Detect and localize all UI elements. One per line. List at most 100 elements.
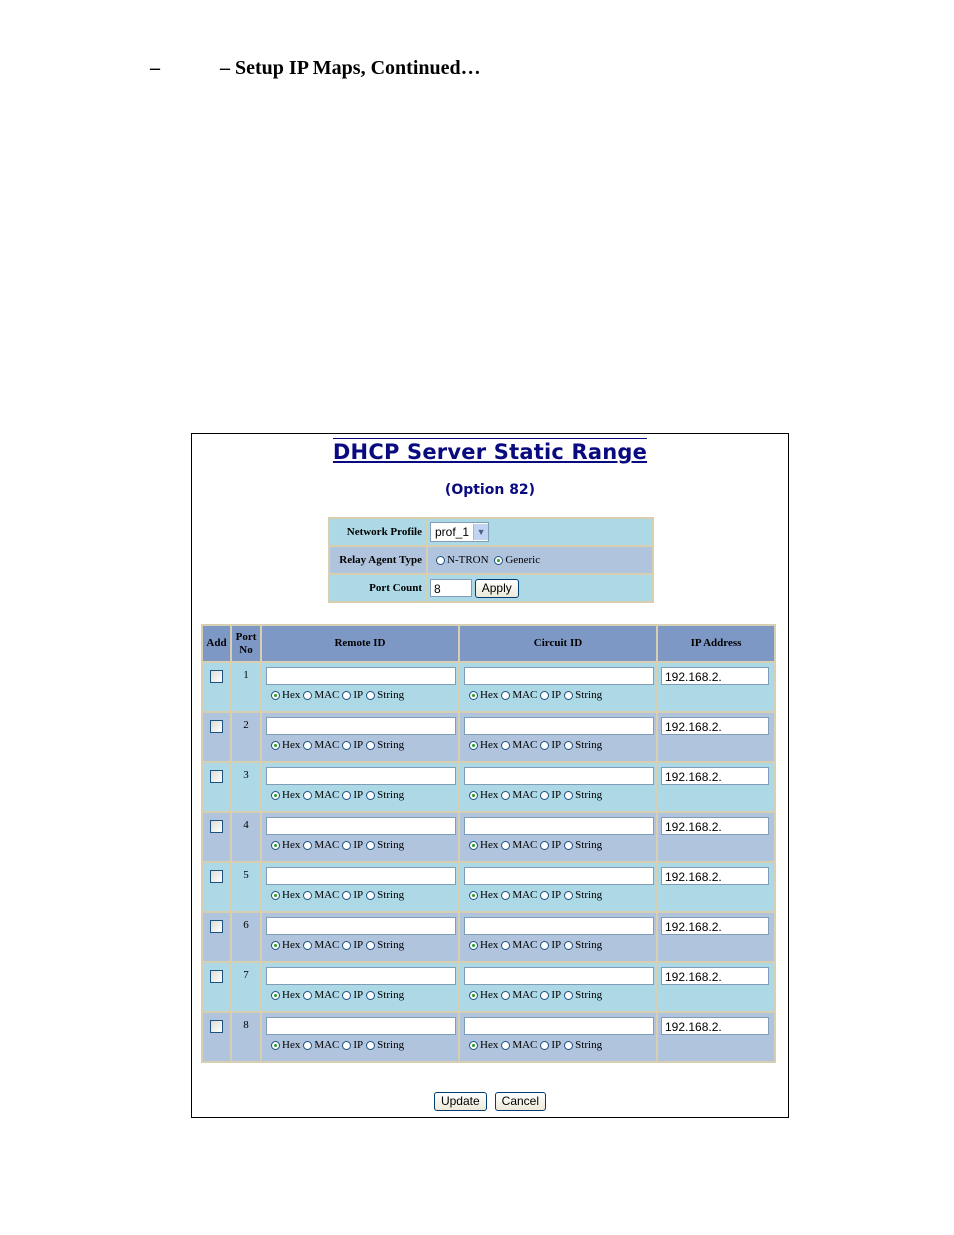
update-button[interactable]: Update	[433, 1092, 487, 1111]
circuit-id-format-radio[interactable]	[501, 890, 511, 900]
remote-id-format-radio[interactable]	[271, 890, 280, 900]
remote-id-format-radio[interactable]	[303, 740, 313, 750]
remote-id-format-radio[interactable]	[342, 690, 352, 700]
ip-address-input[interactable]: 192.168.2.	[661, 867, 769, 885]
ip-address-input[interactable]: 192.168.2.	[661, 1017, 769, 1035]
remote-id-format-radio[interactable]	[366, 940, 376, 950]
remote-id-format-radio[interactable]	[271, 1040, 280, 1050]
ip-address-input[interactable]: 192.168.2.	[661, 767, 769, 785]
circuit-id-format-radio[interactable]	[564, 690, 574, 700]
circuit-id-format-radio[interactable]	[540, 740, 550, 750]
remote-id-input[interactable]	[266, 1017, 456, 1035]
remote-id-input[interactable]	[266, 717, 456, 735]
circuit-id-input[interactable]	[464, 817, 654, 835]
circuit-id-format-radio[interactable]	[564, 940, 574, 950]
remote-id-input[interactable]	[266, 967, 456, 985]
circuit-id-input[interactable]	[464, 767, 654, 785]
circuit-id-format-radio[interactable]	[501, 1040, 511, 1050]
remote-id-format-radio[interactable]	[366, 690, 376, 700]
apply-button[interactable]: Apply	[474, 578, 519, 598]
remote-id-format-radio[interactable]	[342, 840, 352, 850]
circuit-id-format-radio[interactable]	[540, 940, 550, 950]
network-profile-select[interactable]: prof_1 ▼	[430, 522, 490, 542]
remote-id-format-radio[interactable]	[342, 940, 352, 950]
remote-id-format-radio[interactable]	[342, 990, 352, 1000]
add-checkbox[interactable]	[210, 770, 223, 783]
circuit-id-format-radio[interactable]	[501, 990, 511, 1000]
remote-id-format-radio[interactable]	[271, 690, 280, 700]
circuit-id-format-radio[interactable]	[540, 890, 550, 900]
circuit-id-format-radio[interactable]	[469, 790, 478, 800]
ip-address-input[interactable]: 192.168.2.	[661, 667, 769, 685]
remote-id-format-radio[interactable]	[303, 690, 313, 700]
remote-id-input[interactable]	[266, 667, 456, 685]
circuit-id-format-radio[interactable]	[564, 990, 574, 1000]
port-count-input[interactable]: 8	[430, 579, 472, 597]
remote-id-format-radio[interactable]	[303, 840, 313, 850]
circuit-id-input[interactable]	[464, 717, 654, 735]
circuit-id-input[interactable]	[464, 667, 654, 685]
add-checkbox[interactable]	[210, 870, 223, 883]
add-checkbox[interactable]	[210, 670, 223, 683]
add-checkbox[interactable]	[210, 720, 223, 733]
circuit-id-format-radio[interactable]	[564, 890, 574, 900]
remote-id-format-radio[interactable]	[271, 790, 280, 800]
remote-id-format-radio[interactable]	[366, 790, 376, 800]
circuit-id-format-radio[interactable]	[501, 940, 511, 950]
circuit-id-format-radio[interactable]	[501, 840, 511, 850]
add-checkbox[interactable]	[210, 1020, 223, 1033]
remote-id-input[interactable]	[266, 867, 456, 885]
remote-id-format-radio[interactable]	[303, 1040, 313, 1050]
remote-id-format-radio[interactable]	[271, 840, 280, 850]
circuit-id-format-radio[interactable]	[469, 690, 478, 700]
remote-id-format-radio[interactable]	[271, 990, 280, 1000]
remote-id-format-radio[interactable]	[366, 840, 376, 850]
ip-address-input[interactable]: 192.168.2.	[661, 717, 769, 735]
circuit-id-format-radio[interactable]	[469, 740, 478, 750]
cancel-button[interactable]: Cancel	[494, 1092, 547, 1111]
remote-id-format-radio[interactable]	[303, 790, 313, 800]
circuit-id-format-radio[interactable]	[540, 990, 550, 1000]
circuit-id-input[interactable]	[464, 967, 654, 985]
circuit-id-format-radio[interactable]	[540, 790, 550, 800]
ip-address-input[interactable]: 192.168.2.	[661, 817, 769, 835]
remote-id-format-radio[interactable]	[366, 890, 376, 900]
circuit-id-format-radio[interactable]	[469, 1040, 478, 1050]
circuit-id-format-radio[interactable]	[564, 1040, 574, 1050]
add-checkbox[interactable]	[210, 970, 223, 983]
remote-id-input[interactable]	[266, 817, 456, 835]
remote-id-format-radio[interactable]	[366, 740, 376, 750]
remote-id-format-radio[interactable]	[342, 890, 352, 900]
ip-address-input[interactable]: 192.168.2.	[661, 967, 769, 985]
remote-id-format-radio[interactable]	[366, 1040, 376, 1050]
circuit-id-format-radio[interactable]	[501, 740, 511, 750]
circuit-id-format-radio[interactable]	[540, 1040, 550, 1050]
circuit-id-format-radio[interactable]	[564, 790, 574, 800]
circuit-id-input[interactable]	[464, 867, 654, 885]
circuit-id-input[interactable]	[464, 917, 654, 935]
circuit-id-format-radio[interactable]	[469, 990, 478, 1000]
remote-id-input[interactable]	[266, 917, 456, 935]
relay-generic-radio[interactable]	[494, 555, 504, 565]
add-checkbox[interactable]	[210, 920, 223, 933]
circuit-id-format-radio[interactable]	[540, 840, 550, 850]
remote-id-input[interactable]	[266, 767, 456, 785]
remote-id-format-radio[interactable]	[271, 940, 280, 950]
circuit-id-format-radio[interactable]	[469, 890, 478, 900]
remote-id-format-radio[interactable]	[303, 990, 313, 1000]
remote-id-format-radio[interactable]	[271, 740, 280, 750]
circuit-id-format-radio[interactable]	[501, 790, 511, 800]
circuit-id-format-radio[interactable]	[469, 940, 478, 950]
circuit-id-format-radio[interactable]	[469, 840, 478, 850]
circuit-id-format-radio[interactable]	[540, 690, 550, 700]
add-checkbox[interactable]	[210, 820, 223, 833]
circuit-id-format-radio[interactable]	[501, 690, 511, 700]
relay-ntron-radio[interactable]	[436, 555, 445, 565]
remote-id-format-radio[interactable]	[342, 790, 352, 800]
chevron-down-icon[interactable]: ▼	[473, 524, 489, 540]
circuit-id-input[interactable]	[464, 1017, 654, 1035]
remote-id-format-radio[interactable]	[303, 940, 313, 950]
remote-id-format-radio[interactable]	[366, 990, 376, 1000]
remote-id-format-radio[interactable]	[342, 740, 352, 750]
remote-id-format-radio[interactable]	[303, 890, 313, 900]
